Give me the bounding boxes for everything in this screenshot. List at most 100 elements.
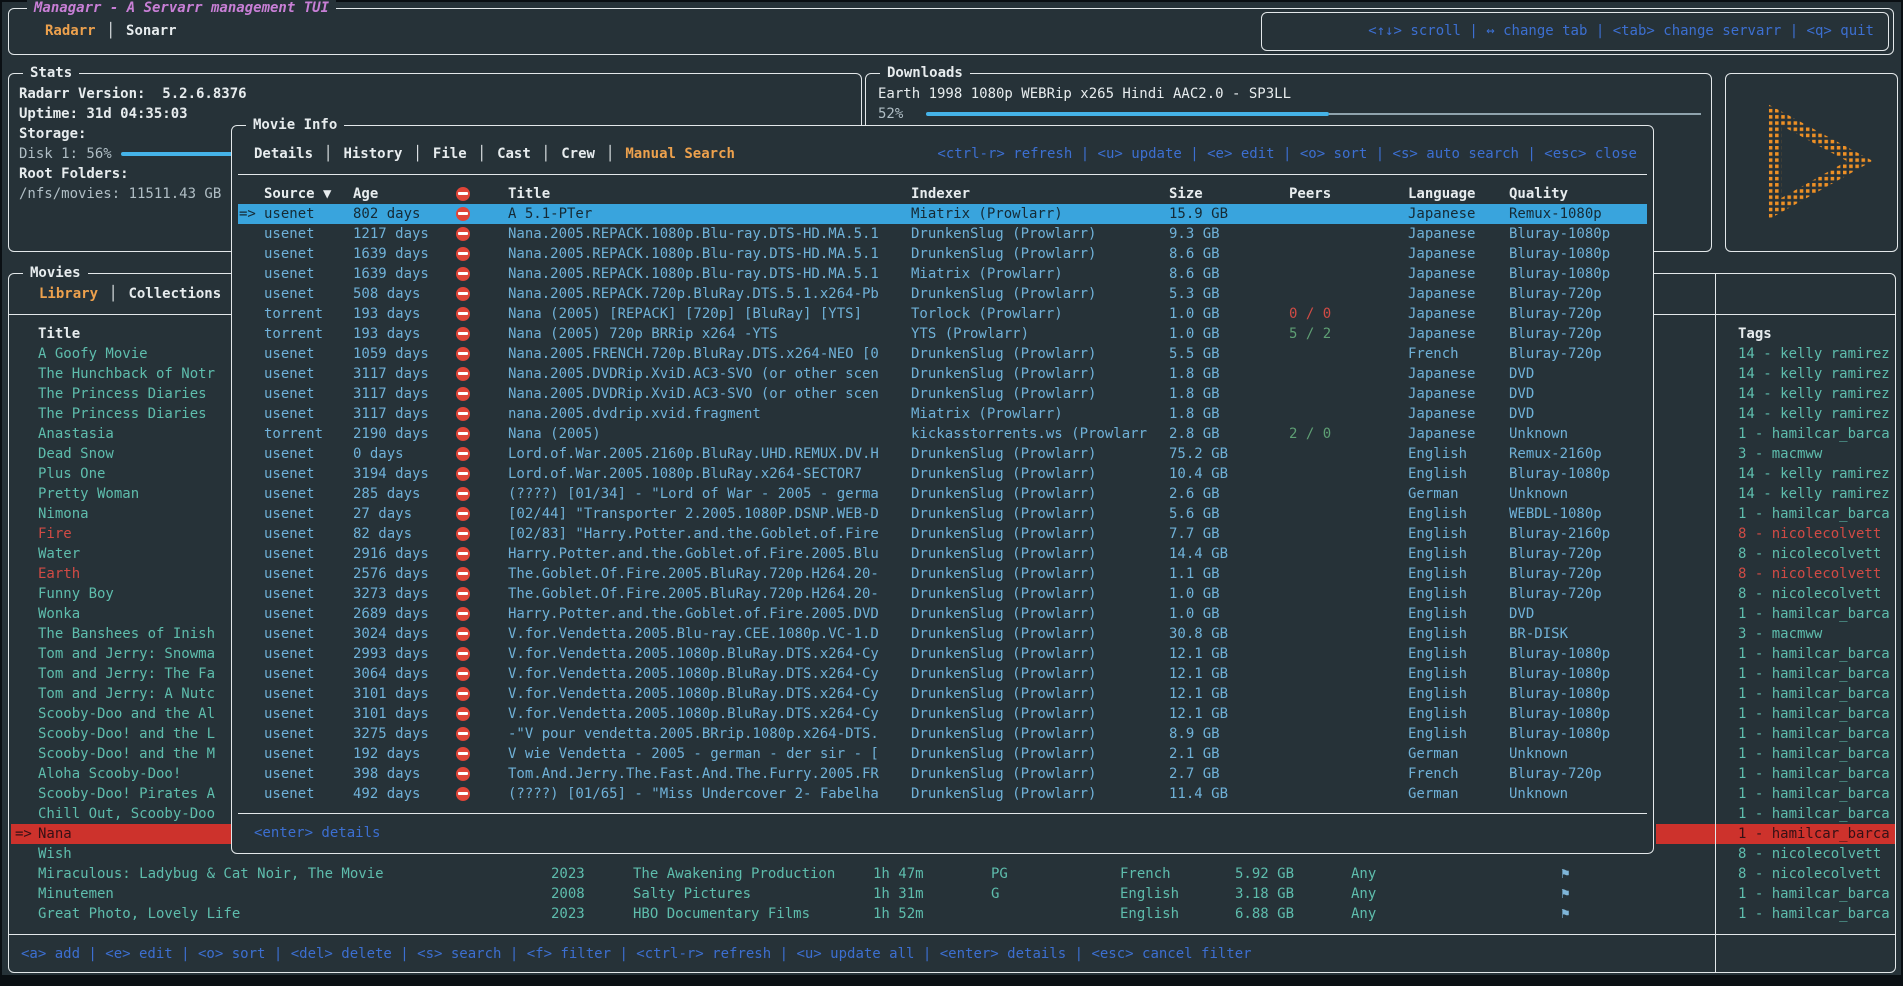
search-result-row[interactable]: usenet27 days[02/44] "Transporter 2.2005…	[238, 504, 1647, 524]
cell-language: English	[1408, 504, 1467, 524]
managarr-logo-icon	[1738, 86, 1888, 236]
cell-size: 9.3 GB	[1169, 224, 1220, 244]
tab-details[interactable]: Details	[254, 144, 313, 164]
search-result-row[interactable]: usenet492 days(????) [01/65] - "Miss Und…	[238, 784, 1647, 804]
search-result-row[interactable]: usenet3024 daysV.for.Vendetta.2005.Blu-r…	[238, 624, 1647, 644]
col-quality[interactable]: Quality	[1509, 184, 1568, 204]
header-panel: Managarr - A Servarr management TUI Rada…	[8, 8, 1894, 55]
col-indexer[interactable]: Indexer	[911, 184, 970, 204]
col-peers[interactable]: Peers	[1289, 184, 1331, 204]
cell-quality: Bluray-1080p	[1509, 244, 1610, 264]
tab-collections[interactable]: Collections	[128, 284, 221, 304]
cell-title: V.for.Vendetta.2005.1080p.BluRay.DTS.x26…	[508, 644, 879, 664]
tab-file[interactable]: File	[433, 144, 467, 164]
movie-rating: G	[991, 884, 999, 904]
cell-language: Japanese	[1408, 284, 1475, 304]
cell-language: Japanese	[1408, 224, 1475, 244]
cell-quality: Bluray-720p	[1509, 564, 1602, 584]
tab-radarr[interactable]: Radarr	[45, 21, 96, 41]
reject-icon	[456, 207, 470, 221]
tab-manual-search[interactable]: Manual Search	[625, 144, 735, 164]
search-result-row[interactable]: usenet3275 days-"V pour vendetta.2005.BR…	[238, 724, 1647, 744]
movie-title: Tom and Jerry: The Fa	[38, 664, 215, 684]
global-keybinds: <↑↓> scroll | ↔ change tab | <tab> chang…	[1368, 21, 1874, 41]
search-result-row[interactable]: usenet82 days[02/83] "Harry.Potter.and.t…	[238, 524, 1647, 544]
search-result-row[interactable]: usenet285 days(????) [01/34] - "Lord of …	[238, 484, 1647, 504]
search-result-row[interactable]: usenet398 daysTom.And.Jerry.The.Fast.And…	[238, 764, 1647, 784]
tab-divider: │	[402, 144, 432, 164]
search-result-row[interactable]: usenet1639 daysNana.2005.REPACK.1080p.Bl…	[238, 244, 1647, 264]
cell-language: Japanese	[1408, 384, 1475, 404]
cell-indexer: DrunkenSlug (Prowlarr)	[911, 484, 1096, 504]
search-result-row[interactable]: =>usenet802 daysA 5.1-PTerMiatrix (Prowl…	[238, 204, 1647, 224]
cell-quality: Remux-2160p	[1509, 444, 1602, 464]
search-result-row[interactable]: usenet3117 daysnana.2005.dvdrip.xvid.fra…	[238, 404, 1647, 424]
movie-tag: 1 - hamilcar_barca	[1738, 904, 1890, 924]
cell-indexer: DrunkenSlug (Prowlarr)	[911, 564, 1096, 584]
search-result-row[interactable]: usenet0 daysLord.of.War.2005.2160p.BluRa…	[238, 444, 1647, 464]
cell-title: (????) [01/34] - "Lord of War - 2005 - g…	[508, 484, 879, 504]
storage-label: Storage:	[19, 124, 86, 144]
search-result-row[interactable]: usenet2993 daysV.for.Vendetta.2005.1080p…	[238, 644, 1647, 664]
tab-sonarr[interactable]: Sonarr	[126, 21, 177, 41]
cell-title: Nana.2005.REPACK.720p.BluRay.DTS.5.1.x26…	[508, 284, 879, 304]
movie-list-row[interactable]: Great Photo, Lovely Life2023HBO Document…	[9, 904, 1895, 924]
search-result-row[interactable]: usenet1217 daysNana.2005.REPACK.1080p.Bl…	[238, 224, 1647, 244]
cell-reject	[456, 364, 470, 384]
movie-list-row[interactable]: Miraculous: Ladybug & Cat Noir, The Movi…	[9, 864, 1895, 884]
tab-cast[interactable]: Cast	[497, 144, 531, 164]
col-age[interactable]: Age	[353, 184, 378, 204]
cell-language: Japanese	[1408, 264, 1475, 284]
col-language[interactable]: Language	[1408, 184, 1475, 204]
search-result-row[interactable]: usenet3117 daysNana.2005.DVDRip.XviD.AC3…	[238, 364, 1647, 384]
cell-language: Japanese	[1408, 204, 1475, 224]
movie-tag: 1 - hamilcar_barca	[1738, 664, 1890, 684]
root-folders-label: Root Folders:	[19, 164, 129, 184]
search-result-row[interactable]: usenet508 daysNana.2005.REPACK.720p.BluR…	[238, 284, 1647, 304]
download-item: Earth 1998 1080p WEBRip x265 Hindi AAC2.…	[878, 84, 1291, 104]
tab-history[interactable]: History	[343, 144, 402, 164]
cell-quality: Bluray-720p	[1509, 284, 1602, 304]
search-result-row[interactable]: usenet1059 daysNana.2005.FRENCH.720p.Blu…	[238, 344, 1647, 364]
movie-tag: 14 - kelly ramirez	[1738, 344, 1890, 364]
reject-icon	[456, 687, 470, 701]
cell-source: usenet	[264, 264, 315, 284]
cell-title: The.Goblet.Of.Fire.2005.BluRay.720p.H264…	[508, 584, 879, 604]
search-result-row[interactable]: usenet3117 daysNana.2005.DVDRip.XviD.AC3…	[238, 384, 1647, 404]
search-result-row[interactable]: usenet2916 daysHarry.Potter.and.the.Gobl…	[238, 544, 1647, 564]
col-source[interactable]: Source ▼	[264, 184, 331, 204]
reject-icon	[456, 667, 470, 681]
movie-runtime: 1h 31m	[873, 884, 924, 904]
col-reject[interactable]	[456, 184, 470, 204]
search-result-row[interactable]: usenet2689 daysHarry.Potter.and.the.Gobl…	[238, 604, 1647, 624]
tab-crew[interactable]: Crew	[561, 144, 595, 164]
search-result-row[interactable]: torrent193 daysNana (2005) 720p BRRip x2…	[238, 324, 1647, 344]
cell-reject	[456, 624, 470, 644]
movie-list-row[interactable]: Minutemen2008Salty Pictures1h 31mGEnglis…	[9, 884, 1895, 904]
movie-title: Plus One	[38, 464, 105, 484]
tab-divider: │	[96, 21, 126, 41]
search-result-row[interactable]: usenet1639 daysNana.2005.REPACK.1080p.Bl…	[238, 264, 1647, 284]
search-result-row[interactable]: usenet3101 daysV.for.Vendetta.2005.1080p…	[238, 704, 1647, 724]
movie-title: Wonka	[38, 604, 80, 624]
search-result-row[interactable]: torrent193 daysNana (2005) [REPACK] [720…	[238, 304, 1647, 324]
col-size[interactable]: Size	[1169, 184, 1203, 204]
cell-age: 3024 days	[353, 624, 429, 644]
col-title[interactable]: Title	[508, 184, 550, 204]
search-result-row[interactable]: usenet192 daysV wie Vendetta - 2005 - ge…	[238, 744, 1647, 764]
download-percent: 52%	[878, 104, 903, 124]
movie-language: French	[1120, 864, 1171, 884]
cell-source: usenet	[264, 244, 315, 264]
search-result-row[interactable]: usenet2576 daysThe.Goblet.Of.Fire.2005.B…	[238, 564, 1647, 584]
search-result-row[interactable]: usenet3101 daysV.for.Vendetta.2005.1080p…	[238, 684, 1647, 704]
search-result-row[interactable]: usenet3194 daysLord.of.War.2005.1080p.Bl…	[238, 464, 1647, 484]
tags-column-divider	[1715, 274, 1716, 972]
tab-library[interactable]: Library	[39, 284, 98, 304]
downloads-title: Downloads	[880, 63, 970, 83]
search-result-row[interactable]: usenet3064 daysV.for.Vendetta.2005.1080p…	[238, 664, 1647, 684]
search-result-row[interactable]: torrent2190 daysNana (2005)kickasstorren…	[238, 424, 1647, 444]
cell-title: Lord.of.War.2005.2160p.BluRay.UHD.REMUX.…	[508, 444, 879, 464]
movie-language: English	[1120, 884, 1179, 904]
search-result-row[interactable]: usenet3273 daysThe.Goblet.Of.Fire.2005.B…	[238, 584, 1647, 604]
reject-icon	[456, 727, 470, 741]
